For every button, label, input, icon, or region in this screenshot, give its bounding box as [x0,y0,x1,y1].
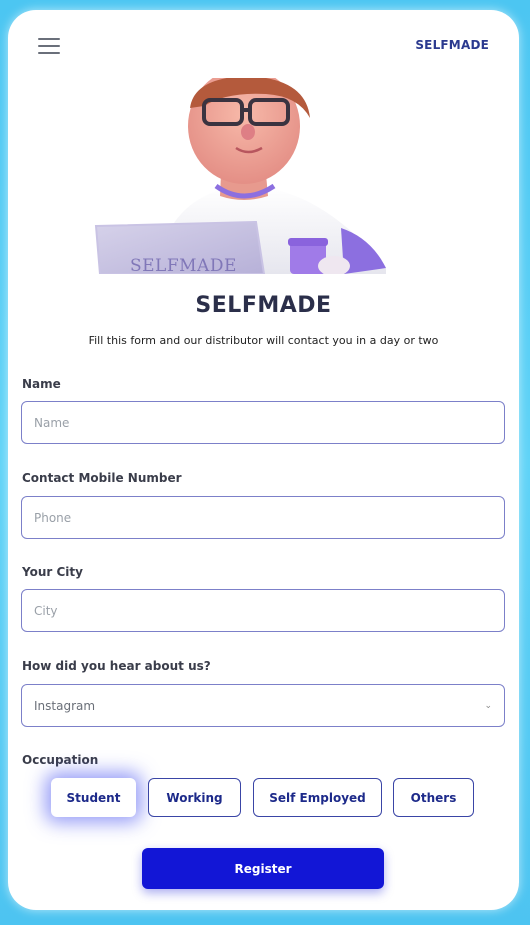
city-input[interactable] [21,589,505,632]
source-select[interactable]: Instagram ⌄ [21,684,505,727]
phone-label: Contact Mobile Number [22,471,182,485]
occupation-option-self-employed[interactable]: Self Employed [253,778,382,817]
source-selected-value: Instagram [34,698,96,713]
occupation-option-others[interactable]: Others [393,778,474,817]
chevron-down-icon: ⌄ [484,700,492,711]
page-subtitle: Fill this form and our distributor will … [88,334,439,347]
laptop-logo-text: SELFMADE [130,256,237,274]
source-label: How did you hear about us? [22,659,211,673]
form-card: SELFMADE SELFMADE SELFMADE Fill this for… [8,10,519,910]
occupation-option-working[interactable]: Working [148,778,241,817]
occupation-label: Occupation [22,753,99,767]
page-title: SELFMADE [195,293,332,318]
name-label: Name [22,377,61,391]
city-label: Your City [22,565,83,579]
hamburger-menu-icon[interactable] [38,38,60,54]
register-button[interactable]: Register [142,848,384,889]
header-brand[interactable]: SELFMADE [415,38,489,52]
occupation-option-student[interactable]: Student [51,778,136,817]
hero-avatar-image: SELFMADE [94,78,386,274]
phone-input[interactable] [21,496,505,539]
hero-illustration: SELFMADE [86,78,386,274]
name-input[interactable] [21,401,505,444]
